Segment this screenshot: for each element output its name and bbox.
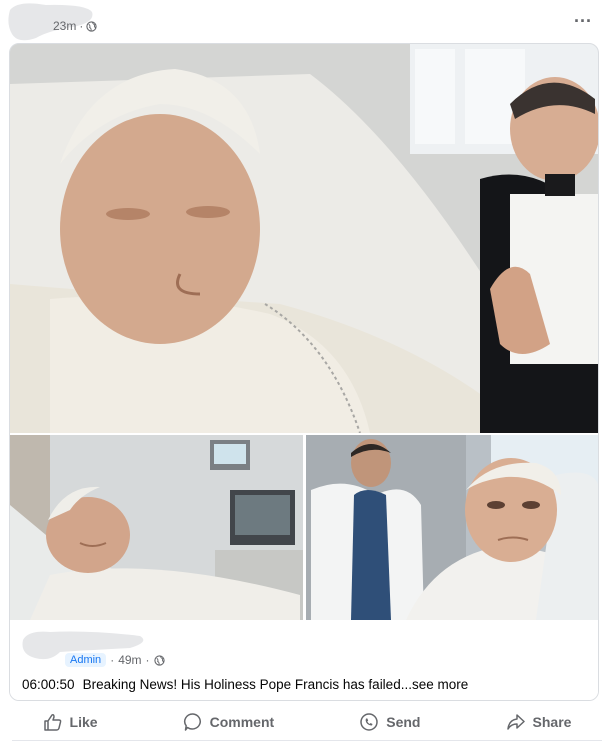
comment-label: Comment — [209, 714, 275, 730]
share-icon — [506, 714, 525, 730]
thumbs-up-icon — [43, 714, 61, 731]
post-timestamp: 06:00:50 — [22, 677, 75, 692]
meta-separator: · — [79, 19, 84, 33]
divider — [12, 740, 602, 741]
post-meta: 23m · — [53, 19, 97, 33]
send-button[interactable]: Send — [359, 712, 420, 732]
more-options-icon[interactable]: ... — [574, 6, 592, 27]
share-label: Share — [532, 714, 572, 730]
comment-button[interactable]: Comment — [183, 712, 275, 732]
shared-post-card[interactable]: Admin · 49m · 06:00:50 Breaking News! His… — [9, 43, 599, 701]
post-time[interactable]: 23m — [53, 19, 76, 33]
admin-badge: Admin — [65, 653, 107, 667]
see-more-link[interactable]: ...see more — [401, 677, 469, 692]
photo-main[interactable] — [10, 44, 598, 433]
messenger-icon — [360, 713, 378, 731]
post-body: Breaking News! His Holiness Pope Francis… — [82, 677, 401, 692]
shared-post-footer: Admin · 49m · 06:00:50 Breaking News! His… — [10, 620, 598, 700]
globe-icon — [153, 654, 165, 666]
meta-separator: · — [145, 653, 150, 667]
shared-post-time[interactable]: 49m — [118, 653, 141, 667]
comment-icon — [183, 713, 201, 731]
like-button[interactable]: Like — [43, 712, 98, 732]
shared-post-meta: Admin · 49m · — [65, 653, 165, 667]
globe-icon — [86, 20, 97, 32]
meta-separator: · — [110, 653, 115, 667]
photo-bottom-left[interactable] — [10, 435, 303, 620]
share-button[interactable]: Share — [506, 712, 572, 732]
post-text: 06:00:50 Breaking News! His Holiness Pope… — [22, 677, 468, 692]
action-bar: Like Comment Send Share — [0, 704, 614, 740]
post-header: 23m · ... — [0, 0, 614, 44]
like-label: Like — [69, 714, 98, 730]
photo-bottom-right[interactable] — [306, 435, 598, 620]
send-label: Send — [386, 714, 421, 730]
